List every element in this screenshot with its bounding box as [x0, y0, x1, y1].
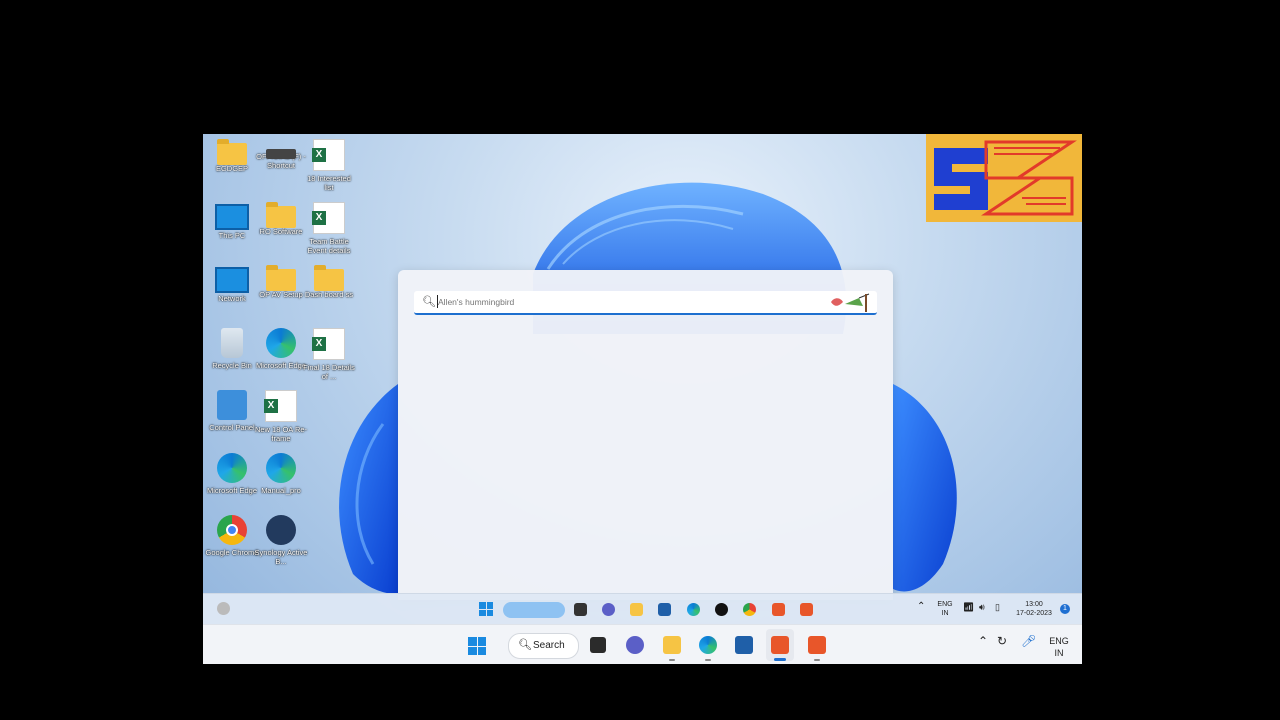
- desktop-icon-network[interactable]: Network: [205, 265, 259, 303]
- edge-icon: [266, 328, 296, 358]
- camtasia-editor-icon[interactable]: [808, 636, 826, 654]
- drive-icon: [266, 149, 296, 159]
- show-hidden-icons-chevron-icon[interactable]: ⌃: [978, 635, 988, 647]
- excel-file-icon: [312, 328, 345, 360]
- desktop-icon-manual-pro[interactable]: Manual_pro: [254, 453, 308, 495]
- running-indicator: [669, 659, 675, 661]
- chat-icon[interactable]: [602, 603, 615, 616]
- chrome-icon: [217, 515, 247, 545]
- desktop-icon-interested-list[interactable]: 18 Interested list: [302, 139, 356, 192]
- excel-file-icon: [312, 139, 345, 171]
- desktop-icon-recycle-bin[interactable]: Recycle Bin: [205, 328, 259, 370]
- task-view-icon[interactable]: [590, 637, 606, 653]
- network-icon: [215, 267, 249, 293]
- desktop-icon-new-18-oa[interactable]: New 18 OA Re-frame: [254, 390, 308, 443]
- desktop-icon-final-18[interactable]: Final 18 Details of ...: [302, 328, 356, 381]
- notification-badge[interactable]: 1: [1060, 604, 1070, 614]
- language-code: ENG: [1049, 636, 1069, 646]
- camtasia-editor-icon[interactable]: [800, 603, 813, 616]
- edge-icon[interactable]: [687, 603, 700, 616]
- search-input[interactable]: 🔍︎ Allen's hummingbird: [414, 291, 877, 315]
- desktop-icon-team-battle[interactable]: Team Battle Event details: [302, 202, 356, 255]
- taskbar-search-button[interactable]: 🔍︎ Search: [508, 633, 579, 659]
- running-indicator: [814, 659, 820, 661]
- region-code: IN: [1054, 648, 1064, 658]
- remote-taskbar: ⌃ ENG IN 📶︎ 🔊︎ ▯ 13:00 17-02-2023 1: [203, 593, 1082, 624]
- clock-date: 17-02-2023: [1016, 610, 1052, 617]
- language-code: ENG: [937, 601, 953, 608]
- search-label: Search: [533, 640, 565, 651]
- store-icon[interactable]: [735, 636, 753, 654]
- battery-icon[interactable]: ▯: [995, 603, 1000, 612]
- computer-icon: [215, 204, 249, 230]
- folder-icon: [217, 139, 247, 165]
- desktop-icon-synology[interactable]: Synology Active B...: [254, 515, 308, 566]
- desktop-icon-ro-software[interactable]: RO Software: [254, 202, 308, 236]
- synology-icon: [266, 515, 296, 545]
- remote-desktop-screen: EGDGEP OFFICIAL (F) - Shortcut 18 Intere…: [203, 134, 1082, 664]
- region-code: IN: [941, 610, 949, 617]
- edge-icon: [217, 453, 247, 483]
- search-icon: 🔍︎: [422, 296, 436, 308]
- language-indicator[interactable]: ENG IN: [1046, 635, 1072, 659]
- task-view-icon[interactable]: [574, 603, 587, 616]
- desktop-icon-this-pc[interactable]: This PC: [205, 202, 259, 240]
- folder-icon: [314, 265, 344, 291]
- dell-icon[interactable]: [715, 603, 728, 616]
- desktop-icon-google-chrome[interactable]: Google Chrome: [205, 515, 259, 557]
- desktop-icon-dashboard-ss[interactable]: Dash board ss: [302, 265, 356, 299]
- start-icon[interactable]: [479, 602, 493, 616]
- desktop-icon-control-panel[interactable]: Control Panel: [205, 390, 259, 432]
- file-explorer-icon[interactable]: [663, 636, 681, 654]
- chrome-icon[interactable]: [743, 603, 756, 616]
- running-indicator: [705, 659, 711, 661]
- chat-icon[interactable]: [626, 636, 644, 654]
- volume-icon[interactable]: 🔊︎: [979, 603, 985, 612]
- folder-icon: [266, 202, 296, 228]
- edge-icon[interactable]: [699, 636, 717, 654]
- desktop-icon-microsoft-edge[interactable]: Microsoft Edge: [254, 328, 308, 370]
- sync-icon[interactable]: ↻: [997, 635, 1007, 647]
- store-icon[interactable]: [658, 603, 671, 616]
- folder-icon: [266, 265, 296, 291]
- start-icon[interactable]: [468, 637, 486, 655]
- search-icon: 🔍︎: [518, 639, 532, 651]
- camtasia-recorder-icon[interactable]: [772, 603, 785, 616]
- taskbar-search-box[interactable]: [503, 602, 565, 618]
- language-indicator[interactable]: ENG IN: [935, 600, 955, 618]
- hummingbird-icon[interactable]: [829, 292, 873, 314]
- excel-file-icon: [312, 202, 345, 234]
- microphone-icon[interactable]: 🎤︎: [1021, 635, 1036, 647]
- desktop-icon-official-shortcut[interactable]: OFFICIAL (F) - Shortcut: [254, 139, 308, 170]
- wifi-icon[interactable]: 📶︎: [963, 603, 974, 612]
- search-placeholder: Allen's hummingbird: [438, 297, 515, 307]
- show-hidden-icons-chevron-icon[interactable]: ⌃: [917, 602, 925, 612]
- active-indicator: [774, 658, 786, 661]
- widgets-icon[interactable]: [217, 602, 230, 615]
- clock[interactable]: 13:00 17-02-2023: [1013, 600, 1055, 618]
- recycle-bin-icon: [221, 328, 243, 358]
- edge-icon: [266, 453, 296, 483]
- clock-time: 13:00: [1025, 601, 1043, 608]
- control-panel-icon: [217, 390, 247, 420]
- sz-logo-graphic: [926, 134, 1082, 222]
- windows-search-panel: 🔍︎ Allen's hummingbird: [398, 270, 893, 600]
- file-explorer-icon[interactable]: [630, 603, 643, 616]
- camtasia-recorder-icon[interactable]: [771, 636, 789, 654]
- desktop-icon-microsoft-edge-2[interactable]: Microsoft Edge: [205, 453, 259, 495]
- taskbar: 🔍︎ Search ⌃ ↻ 🎤︎ ENG IN: [203, 624, 1082, 664]
- channel-logo: [926, 134, 1082, 222]
- excel-file-icon: [264, 390, 297, 422]
- desktop-icon-egdgep[interactable]: EGDGEP: [205, 139, 259, 173]
- desktop-icon-op-av-setup[interactable]: OP AV Setup: [254, 265, 308, 299]
